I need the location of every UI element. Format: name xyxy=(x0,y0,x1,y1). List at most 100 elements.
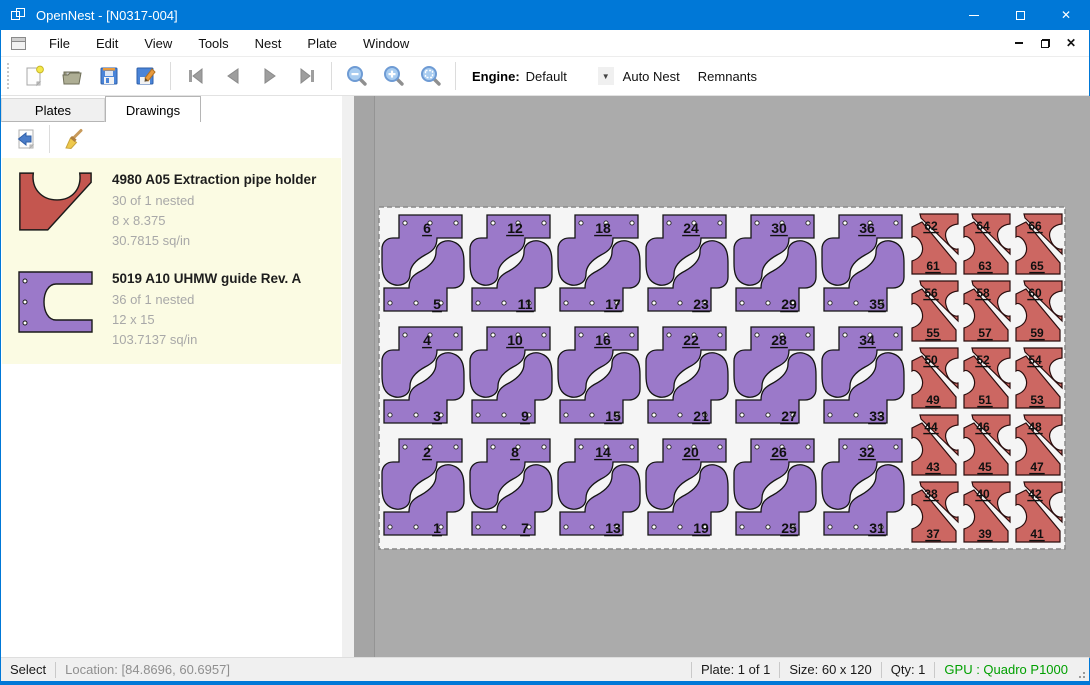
list-item-drawing-2[interactable]: 5019 A10 UHMW guide Rev. A 36 of 1 neste… xyxy=(2,261,341,360)
main-toolbar: Engine: Default ▼ Auto Nest Remnants xyxy=(1,56,1089,96)
document-window-icon[interactable] xyxy=(11,37,26,50)
menu-nest[interactable]: Nest xyxy=(242,32,295,55)
svg-text:2: 2 xyxy=(423,444,431,460)
clean-button[interactable] xyxy=(56,124,90,154)
auto-nest-button[interactable]: Auto Nest xyxy=(614,64,689,89)
title-bar: OpenNest - [N0317-004] ✕ xyxy=(1,0,1089,30)
resize-grip-icon[interactable] xyxy=(1074,667,1086,679)
sidebar-tabs: Plates Drawings xyxy=(1,96,201,122)
save-as-icon xyxy=(134,64,158,88)
svg-text:24: 24 xyxy=(683,220,699,236)
app-window: OpenNest - [N0317-004] ✕ File Edit View … xyxy=(0,0,1090,685)
svg-text:52: 52 xyxy=(976,353,990,367)
open-button[interactable] xyxy=(53,60,90,92)
save-button[interactable] xyxy=(90,60,127,92)
svg-text:8: 8 xyxy=(511,444,519,460)
go-previous-icon xyxy=(221,64,245,88)
go-last-icon xyxy=(295,64,319,88)
window-title: OpenNest - [N0317-004] xyxy=(36,8,178,23)
svg-text:51: 51 xyxy=(978,393,992,407)
close-button[interactable]: ✕ xyxy=(1043,0,1089,30)
svg-text:54: 54 xyxy=(1028,353,1042,367)
zoom-out-button[interactable] xyxy=(338,60,375,92)
menu-file[interactable]: File xyxy=(36,32,83,55)
list-item-drawing-1[interactable]: 4980 A05 Extraction pipe holder 30 of 1 … xyxy=(2,162,341,261)
svg-text:43: 43 xyxy=(926,460,940,474)
svg-text:1: 1 xyxy=(433,520,441,536)
svg-text:37: 37 xyxy=(926,527,940,541)
svg-text:15: 15 xyxy=(605,408,621,424)
mdi-restore-button[interactable] xyxy=(1035,34,1055,52)
menu-tools[interactable]: Tools xyxy=(185,32,241,55)
svg-text:27: 27 xyxy=(781,408,797,424)
previous-plate-button[interactable] xyxy=(214,60,251,92)
new-document-icon xyxy=(23,64,47,88)
svg-text:62: 62 xyxy=(924,219,938,233)
svg-text:47: 47 xyxy=(1030,460,1044,474)
engine-label: Engine: xyxy=(472,69,520,84)
engine-dropdown[interactable]: Default ▼ xyxy=(526,65,614,87)
first-plate-button[interactable] xyxy=(177,60,214,92)
sidebar: Plates Drawings 4980 A05 Extra xyxy=(1,96,342,658)
tab-drawings[interactable]: Drawings xyxy=(105,96,201,122)
status-location: Location: [84.8696, 60.6957] xyxy=(65,662,230,677)
menu-window[interactable]: Window xyxy=(350,32,422,55)
drawing-info: 4980 A05 Extraction pipe holder 30 of 1 … xyxy=(104,170,316,251)
svg-text:19: 19 xyxy=(693,520,709,536)
svg-text:5: 5 xyxy=(433,296,441,312)
minimize-button[interactable] xyxy=(951,0,997,30)
svg-text:28: 28 xyxy=(771,332,787,348)
menu-view[interactable]: View xyxy=(131,32,185,55)
drawing-nested: 30 of 1 nested xyxy=(112,191,316,211)
maximize-button[interactable] xyxy=(997,0,1043,30)
menu-edit[interactable]: Edit xyxy=(83,32,131,55)
drawing-size: 12 x 15 xyxy=(112,310,301,330)
zoom-in-icon xyxy=(382,64,406,88)
main-area: Plates Drawings 4980 A05 Extra xyxy=(1,96,1089,658)
drawing-info: 5019 A10 UHMW guide Rev. A 36 of 1 neste… xyxy=(104,269,301,350)
plate-drawing[interactable]: 6512111817242330293635431091615222128273… xyxy=(378,206,1066,550)
last-plate-button[interactable] xyxy=(288,60,325,92)
svg-text:64: 64 xyxy=(976,219,990,233)
svg-text:9: 9 xyxy=(521,408,529,424)
svg-text:23: 23 xyxy=(693,296,709,312)
import-drawing-button[interactable] xyxy=(9,124,43,154)
panel-splitter[interactable] xyxy=(342,96,354,658)
status-mode: Select xyxy=(10,662,46,677)
svg-text:39: 39 xyxy=(978,527,992,541)
canvas-gutter xyxy=(354,96,375,658)
mdi-close-button[interactable]: ✕ xyxy=(1061,34,1081,52)
svg-text:44: 44 xyxy=(924,420,938,434)
status-size: Size: 60 x 120 xyxy=(789,662,871,677)
svg-text:3: 3 xyxy=(433,408,441,424)
mdi-minimize-button[interactable] xyxy=(1009,34,1029,52)
drawing-area: 103.7137 sq/in xyxy=(112,330,301,350)
drawing-nested: 36 of 1 nested xyxy=(112,290,301,310)
zoom-to-fit-icon xyxy=(419,64,443,88)
svg-text:11: 11 xyxy=(518,296,533,312)
new-button[interactable] xyxy=(16,60,53,92)
nest-canvas[interactable]: 6512111817242330293635431091615222128273… xyxy=(354,96,1090,658)
import-drawing-icon xyxy=(14,127,38,151)
svg-text:38: 38 xyxy=(924,487,938,501)
toolbar-grip[interactable] xyxy=(5,63,10,89)
drawing-thumbnail-red xyxy=(16,170,104,251)
menu-plate[interactable]: Plate xyxy=(294,32,350,55)
next-plate-button[interactable] xyxy=(251,60,288,92)
svg-text:53: 53 xyxy=(1030,393,1044,407)
svg-text:35: 35 xyxy=(869,296,885,312)
tab-plates[interactable]: Plates xyxy=(1,98,105,122)
svg-text:46: 46 xyxy=(976,420,990,434)
zoom-fit-button[interactable] xyxy=(412,60,449,92)
broom-icon xyxy=(61,127,85,151)
zoom-in-button[interactable] xyxy=(375,60,412,92)
save-as-button[interactable] xyxy=(127,60,164,92)
mdi-restore-icon xyxy=(1041,39,1050,48)
maximize-icon xyxy=(1016,11,1025,20)
go-next-icon xyxy=(258,64,282,88)
remnants-button[interactable]: Remnants xyxy=(689,64,766,89)
svg-text:63: 63 xyxy=(978,259,992,273)
svg-text:34: 34 xyxy=(859,332,875,348)
svg-text:7: 7 xyxy=(521,520,529,536)
svg-text:61: 61 xyxy=(926,259,940,273)
